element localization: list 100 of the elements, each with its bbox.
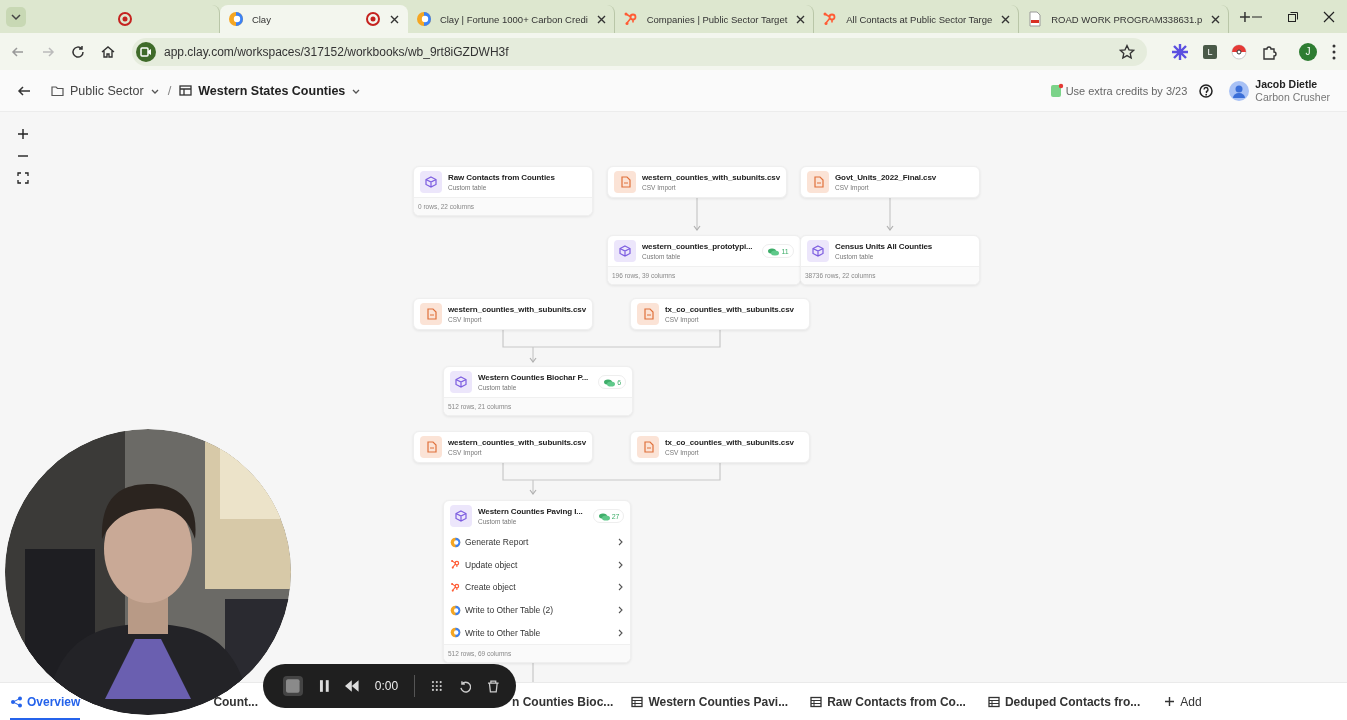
reload-icon[interactable] [70, 43, 86, 60]
pause-icon[interactable] [318, 680, 330, 692]
sheet-tab[interactable]: n Counties Bioc... [512, 683, 614, 720]
node-title: Census Units All Counties [835, 241, 934, 252]
address-bar[interactable]: app.clay.com/workspaces/317152/workbooks/wb_9rt8iGZDWH3f [132, 37, 1147, 66]
restore-icon[interactable] [1287, 10, 1299, 23]
extensions-icon[interactable] [1261, 43, 1277, 60]
sprocket-icon [450, 582, 461, 593]
node-title: western_counties_with_subunits.csv [448, 304, 586, 315]
profile-avatar[interactable]: J [1299, 42, 1317, 61]
cube-icon [807, 240, 829, 262]
organization-name: Carbon Crusher [1255, 90, 1330, 104]
timer: 0:00 [374, 679, 399, 693]
breadcrumb-item[interactable]: Public Sector [51, 83, 160, 98]
close-icon[interactable] [595, 13, 607, 25]
action-row[interactable]: Write to Other Table (2) [444, 598, 631, 622]
file-icon [420, 303, 442, 325]
nodes-icon [10, 695, 22, 708]
close-icon[interactable] [795, 13, 807, 25]
file-icon [637, 303, 659, 325]
action-row[interactable]: Update object [444, 553, 631, 577]
chevron-right-icon [617, 560, 625, 569]
connector-arrow [886, 195, 894, 231]
sprocket-icon [450, 559, 461, 571]
sheet-tab[interactable]: Count... [213, 683, 259, 720]
cube-icon [450, 505, 472, 527]
tab-search-button[interactable] [6, 6, 26, 27]
site-icon [227, 11, 244, 27]
breadcrumb-separator: / [167, 83, 172, 98]
close-icon[interactable] [1210, 13, 1222, 25]
connector-arrow [693, 195, 701, 231]
chevron-right-icon [617, 538, 625, 547]
file-icon [614, 171, 636, 193]
node-title: tx_co_counties_with_subunits.csv [665, 437, 795, 448]
document-icon [1027, 11, 1044, 27]
home-icon[interactable] [100, 43, 116, 60]
cube-icon [450, 371, 472, 393]
sheet-tab[interactable]: Raw Contacts from Co... [810, 683, 966, 720]
chevron-right-icon [617, 583, 625, 592]
site-info-icon [136, 41, 156, 62]
close-icon[interactable] [1000, 13, 1012, 25]
cube-icon [420, 171, 442, 193]
fit-view-icon[interactable] [17, 172, 29, 184]
sheet-tab[interactable]: Western Counties Pavi... [631, 683, 789, 720]
ball-icon[interactable] [1231, 43, 1247, 60]
table-icon [179, 84, 193, 97]
back-arrow-icon[interactable] [17, 83, 31, 98]
more-icon[interactable] [1331, 43, 1337, 60]
record-icon [117, 11, 134, 27]
action-row[interactable]: Write to Other Table [444, 621, 631, 644]
node-title: tx_co_counties_with_subunits.csv [665, 304, 795, 315]
breadcrumb-item[interactable]: Western States Counties [179, 83, 362, 98]
browser-tab[interactable]: Clay [219, 5, 408, 33]
node-title: western_counties_with_subunits.csv [642, 172, 780, 183]
sheet-tab[interactable]: Deduped Contacts fro... [987, 683, 1141, 720]
site-icon [415, 11, 432, 27]
plus-icon [1164, 696, 1176, 707]
bookmark-star-icon[interactable] [1119, 43, 1135, 60]
extension-button[interactable]: L [1203, 44, 1217, 59]
file-icon [807, 171, 829, 193]
close-icon[interactable] [1323, 10, 1335, 23]
add-button[interactable]: Add [1164, 694, 1202, 709]
new-tab-icon[interactable] [1239, 10, 1251, 23]
file-icon [420, 436, 442, 458]
credits-link[interactable]: Use extra credits by 3/23 [1049, 83, 1188, 98]
cube-icon [614, 240, 636, 262]
node-title: Western Counties Paving I... [478, 506, 583, 517]
coins-icon [597, 511, 610, 521]
site-icon [450, 604, 461, 616]
avatar-icon[interactable] [1229, 80, 1250, 101]
grid-icon[interactable] [431, 680, 443, 692]
action-row[interactable]: Create object [444, 576, 631, 599]
help-icon[interactable] [1199, 83, 1214, 98]
action-row[interactable]: Generate Report [444, 531, 631, 554]
site-icon [450, 627, 461, 639]
node-title: western_counties_prototypi... [642, 241, 753, 252]
node-title: Govt_Units_2022_Final.csv [835, 172, 938, 183]
site-icon [622, 11, 639, 27]
sparkle-icon[interactable] [1171, 42, 1189, 61]
coins-icon [603, 377, 616, 387]
chevron-right-icon [617, 606, 625, 615]
trash-icon[interactable] [487, 679, 500, 693]
coins-icon [767, 246, 780, 256]
file-icon [637, 436, 659, 458]
node-title: western_counties_with_subunits.csv [448, 437, 586, 448]
zoom-in-icon[interactable] [17, 128, 29, 140]
restart-icon[interactable] [458, 679, 472, 693]
rewind-icon[interactable] [345, 680, 359, 692]
credits-icon [1049, 83, 1064, 98]
site-icon [450, 536, 461, 548]
node-title: Raw Contacts from Counties [448, 172, 556, 183]
node-title: Western Counties Biochar P... [478, 372, 589, 383]
table-icon [810, 695, 823, 708]
table-icon [631, 695, 644, 708]
folder-icon [51, 84, 64, 97]
stop-icon[interactable] [283, 676, 303, 696]
table-icon [987, 695, 1000, 708]
close-icon[interactable] [388, 13, 400, 25]
chevron-right-icon [617, 628, 625, 637]
user-name: Jacob Dietle [1255, 77, 1319, 91]
